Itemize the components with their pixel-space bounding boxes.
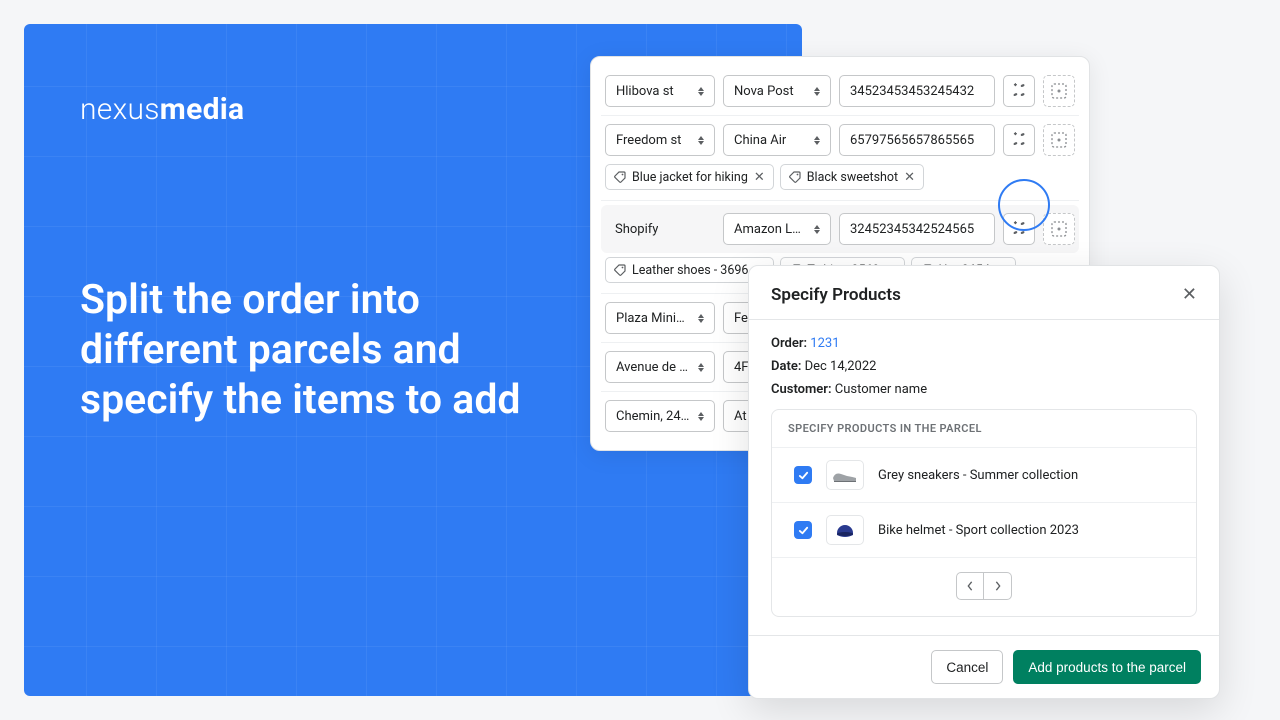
- address-select[interactable]: Hlibova st: [605, 75, 715, 107]
- customer-label: Customer:: [771, 382, 832, 397]
- caret-icon: [814, 225, 820, 234]
- parcel-row: Hlibova stNova Post34523453453245432: [601, 67, 1079, 115]
- caret-icon: [698, 136, 704, 145]
- tracking-input[interactable]: 65797565657865565: [839, 124, 995, 156]
- customer-value: Customer name: [835, 382, 927, 397]
- tag-label: Leather shoes - 3696: [632, 263, 748, 278]
- brand-prefix: nexus: [80, 92, 160, 127]
- order-label: Order:: [771, 336, 807, 351]
- specify-products-modal: Specify Products ✕ Order: 1231 Date: Dec…: [748, 265, 1220, 699]
- specify-products-icon: [1010, 82, 1028, 100]
- product-name: Bike helmet - Sport collection 2023: [878, 523, 1079, 538]
- address-select[interactable]: Freedom st: [605, 124, 715, 156]
- caret-icon: [814, 136, 820, 145]
- page-next-button[interactable]: [984, 572, 1012, 600]
- page-prev-button[interactable]: [956, 572, 984, 600]
- product-tag: Black sweetshot ✕: [780, 164, 924, 190]
- add-parcel-button[interactable]: [1043, 213, 1075, 245]
- specify-products-icon: [1010, 220, 1028, 238]
- modal-footer: Cancel Add products to the parcel: [749, 635, 1219, 698]
- specify-products-button[interactable]: [1003, 75, 1035, 107]
- caret-icon: [698, 412, 704, 421]
- carrier-select[interactable]: Nova Post: [723, 75, 831, 107]
- modal-header: Specify Products ✕: [749, 266, 1219, 319]
- product-checkbox[interactable]: [794, 521, 812, 539]
- date-value: Dec 14,2022: [805, 359, 877, 374]
- close-icon[interactable]: ✕: [1182, 284, 1197, 305]
- date-meta: Date: Dec 14,2022: [771, 359, 1197, 374]
- tag-label: Blue jacket for hiking: [632, 170, 748, 185]
- tag-icon: [614, 171, 626, 183]
- chevron-left-icon: [966, 581, 974, 591]
- order-meta: Order: 1231: [771, 336, 1197, 351]
- address-select[interactable]: Chemin, 24709: [605, 400, 715, 432]
- modal-title: Specify Products: [771, 285, 901, 305]
- tracking-input[interactable]: 32452345342524565: [839, 213, 995, 245]
- caret-icon: [814, 87, 820, 96]
- order-link[interactable]: 1231: [810, 336, 839, 351]
- specify-products-button[interactable]: [1003, 124, 1035, 156]
- specify-products-icon: [1010, 131, 1028, 149]
- remove-tag-icon[interactable]: ✕: [754, 170, 765, 185]
- parcel-row: ShopifyAmazon Logistics32452345342524565: [601, 205, 1079, 253]
- chevron-right-icon: [994, 581, 1002, 591]
- tracking-input[interactable]: 34523453453245432: [839, 75, 995, 107]
- hero-headline: Split the order into different parcels a…: [80, 275, 540, 425]
- product-thumb: [826, 515, 864, 545]
- add-parcel-icon: [1051, 132, 1067, 148]
- add-parcel-button[interactable]: [1043, 75, 1075, 107]
- add-parcel-icon: [1051, 83, 1067, 99]
- customer-meta: Customer: Customer name: [771, 382, 1197, 397]
- specify-products-button[interactable]: [1003, 213, 1035, 245]
- modal-body: Order: 1231 Date: Dec 14,2022 Customer: …: [749, 320, 1219, 635]
- product-row[interactable]: Grey sneakers - Summer collection: [772, 448, 1196, 503]
- product-tag: Blue jacket for hiking ✕: [605, 164, 774, 190]
- tag-icon: [614, 264, 626, 276]
- product-name: Grey sneakers - Summer collection: [878, 468, 1078, 483]
- caret-icon: [698, 87, 704, 96]
- check-icon: [798, 470, 809, 481]
- caret-icon: [698, 363, 704, 372]
- tag-label: Black sweetshot: [807, 170, 898, 185]
- tag-icon: [789, 171, 801, 183]
- products-section-header: SPECIFY PRODUCTS IN THE PARCEL: [772, 410, 1196, 448]
- date-label: Date:: [771, 359, 801, 374]
- product-checkbox[interactable]: [794, 466, 812, 484]
- add-parcel-button[interactable]: [1043, 124, 1075, 156]
- parcel-row: Freedom stChina Air65797565657865565: [601, 115, 1079, 164]
- caret-icon: [698, 314, 704, 323]
- carrier-select[interactable]: China Air: [723, 124, 831, 156]
- parcel-tags: Blue jacket for hiking ✕ Black sweetshot ✕: [601, 164, 1079, 201]
- brand-suffix: media: [160, 92, 245, 127]
- address-select[interactable]: Avenue de Rena..: [605, 351, 715, 383]
- product-row[interactable]: Bike helmet - Sport collection 2023: [772, 503, 1196, 558]
- add-parcel-icon: [1051, 221, 1067, 237]
- address-select[interactable]: Plaza Ministro: [605, 302, 715, 334]
- add-products-button[interactable]: Add products to the parcel: [1013, 650, 1201, 684]
- product-thumb: [826, 460, 864, 490]
- cancel-button[interactable]: Cancel: [931, 650, 1003, 684]
- carrier-select[interactable]: Amazon Logistics: [723, 213, 831, 245]
- address-label: Shopify: [605, 213, 715, 245]
- remove-tag-icon[interactable]: ✕: [904, 170, 915, 185]
- products-box: SPECIFY PRODUCTS IN THE PARCEL Grey snea…: [771, 409, 1197, 617]
- pagination: [772, 558, 1196, 616]
- check-icon: [798, 525, 809, 536]
